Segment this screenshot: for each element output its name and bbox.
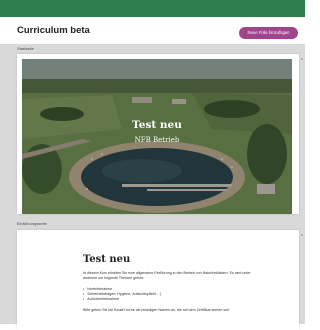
- section-label-start: Startseite: [17, 46, 34, 51]
- list-item: Außerbetriebnahme: [83, 297, 161, 302]
- hero-subtitle: NFB Betrieb: [134, 136, 180, 144]
- section-label-intro: Einführungsseite: [17, 221, 47, 226]
- hero-title: Test neu: [132, 119, 182, 131]
- intro-heading: Test neu: [83, 254, 131, 265]
- chevron-up-icon[interactable]: ⌃: [300, 58, 304, 64]
- page-header: Curriculum beta Neue Folie hinzufügen: [0, 17, 305, 45]
- top-color-strip: [0, 0, 305, 17]
- intro-slide-card[interactable]: Test neu In diesem Kurs erhalten Sie ein…: [17, 230, 299, 330]
- outro-paragraph: Bitte geben Sie bei Bedarf vorne die jew…: [83, 308, 230, 312]
- hero-slide-card[interactable]: Test neu NFB Betrieb: [17, 54, 299, 214]
- intro-paragraph: In diesem Kurs erhalten Sie eine allgeme…: [83, 271, 251, 280]
- chevron-up-icon[interactable]: ⌃: [300, 234, 304, 240]
- page-title: Curriculum beta: [17, 25, 90, 36]
- topic-list: Inbetriebnahme Sicherheitsfragen: Hygien…: [83, 287, 161, 302]
- add-slide-button[interactable]: Neue Folie hinzufügen: [239, 27, 298, 39]
- slides-container: Startseite Test neu NFB Betrieb ⌃ Einfüh…: [0, 44, 305, 330]
- hero-image: Test neu NFB Betrieb: [22, 59, 292, 214]
